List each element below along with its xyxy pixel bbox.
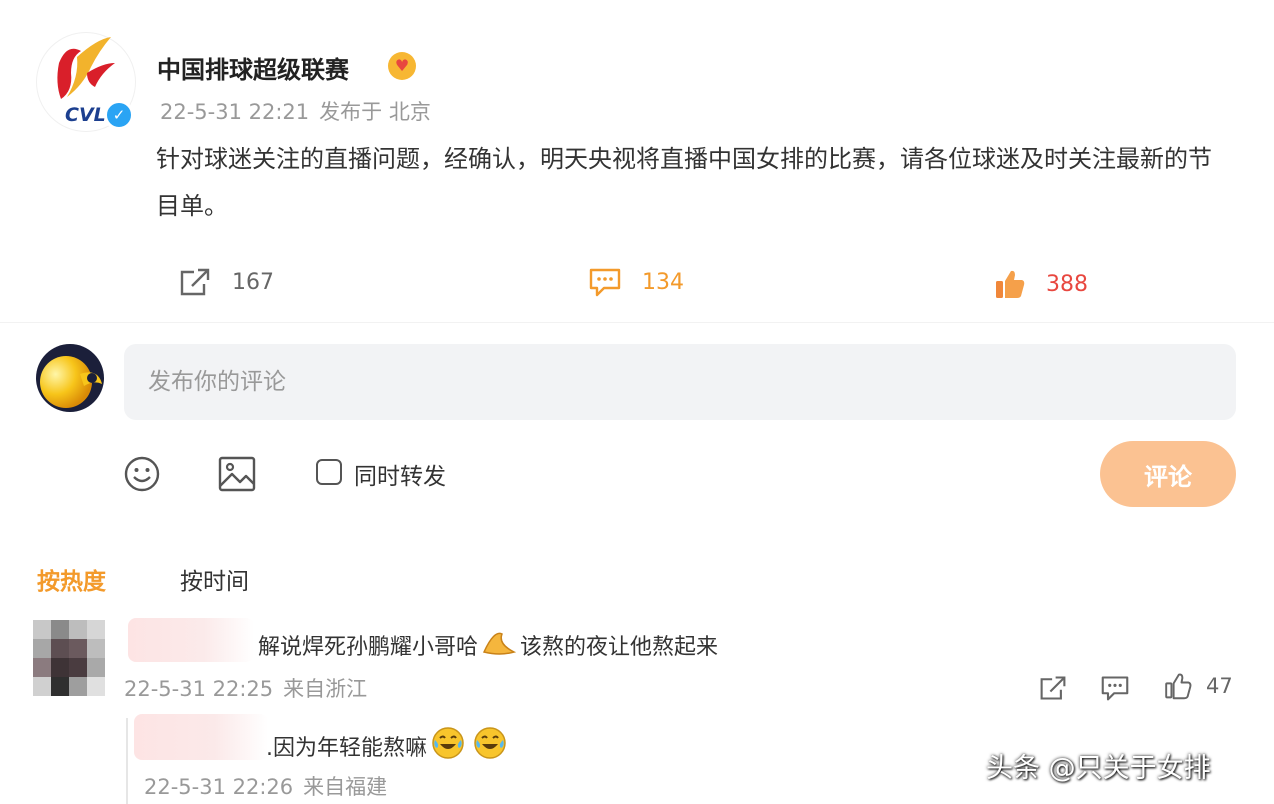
- divider: [0, 322, 1274, 323]
- tab-sort-hot[interactable]: 按热度: [37, 562, 106, 596]
- author-name[interactable]: 中国排球超级联赛: [157, 50, 349, 85]
- commenter-avatar[interactable]: [33, 620, 105, 696]
- comment-count: 134: [642, 269, 684, 295]
- image-icon: [218, 456, 256, 492]
- comment-button[interactable]: 134: [588, 266, 684, 298]
- laughing-crying-emoji-icon: [473, 726, 507, 766]
- current-user-avatar[interactable]: [36, 344, 104, 412]
- repost-icon: [180, 268, 210, 296]
- laughing-crying-emoji-icon: [431, 726, 465, 766]
- verified-badge-icon: ✓: [104, 100, 134, 130]
- submit-comment-button[interactable]: 评论: [1100, 441, 1236, 507]
- watermark: 头条 @只关于女排: [986, 753, 1211, 784]
- post-location: 发布于 北京: [319, 100, 431, 124]
- like-button[interactable]: 388: [994, 268, 1088, 300]
- commenter-name-blurred[interactable]: [128, 618, 254, 662]
- user-avatar-image: [36, 344, 104, 412]
- comment-input[interactable]: [124, 344, 1236, 420]
- svg-text:CVL: CVL: [65, 104, 106, 126]
- like-count: 388: [1046, 271, 1088, 297]
- image-upload-button[interactable]: [218, 456, 256, 496]
- comment-text-part: 该熬的夜让他熬起来: [520, 635, 719, 660]
- emoji-button[interactable]: [124, 456, 160, 496]
- comment-text-part: 解说焊死孙鹏耀小哥哈: [258, 635, 479, 660]
- thumbs-up-icon: [996, 270, 1025, 298]
- repost-icon: [1040, 676, 1066, 700]
- praying-hands-emoji-icon: [482, 628, 517, 662]
- comment-icon: [1101, 676, 1129, 701]
- reply-meta: 22-5-31 22:26 来自福建: [144, 771, 387, 801]
- reply-date: 22-5-31 22:26: [144, 775, 294, 799]
- post-content: 针对球迷关注的直播问题，经确认，明天央视将直播中国女排的比赛，请各位球迷及时关注…: [156, 145, 1212, 220]
- repost-count: 167: [232, 269, 274, 295]
- comment-icon: [589, 268, 621, 297]
- comment-like-button[interactable]: 47: [1164, 672, 1233, 700]
- forward-checkbox[interactable]: [316, 459, 342, 485]
- comment-date: 22-5-31 22:25: [124, 677, 274, 701]
- reply-text-content: .因为年轻能熬嘛: [266, 736, 427, 761]
- emoji-icon: [124, 456, 160, 492]
- reply-text: .因为年轻能熬嘛: [266, 726, 511, 766]
- repost-button[interactable]: 167: [178, 266, 274, 298]
- reply-author-blurred[interactable]: [134, 714, 268, 760]
- forward-label[interactable]: 同时转发: [354, 457, 446, 491]
- post-date: 22-5-31 22:21: [160, 100, 310, 124]
- tab-sort-time[interactable]: 按时间: [180, 562, 249, 596]
- post-meta: 22-5-31 22:21 发布于 北京: [160, 96, 431, 126]
- comment-reply-button[interactable]: [1100, 674, 1130, 706]
- comment-repost-button[interactable]: [1038, 674, 1068, 706]
- comment-text: 解说焊死孙鹏耀小哥哈 该熬的夜让他熬起来: [258, 628, 718, 662]
- thumbs-up-icon: [1165, 673, 1192, 700]
- reply-location: 来自福建: [303, 775, 388, 799]
- crown-heart-badge-icon: ♥: [388, 52, 416, 80]
- comment-location: 来自浙江: [283, 677, 368, 701]
- reply-indent-bar: [126, 718, 128, 804]
- comment-like-count: 47: [1206, 674, 1233, 698]
- comment-meta: 22-5-31 22:25 来自浙江: [124, 673, 367, 703]
